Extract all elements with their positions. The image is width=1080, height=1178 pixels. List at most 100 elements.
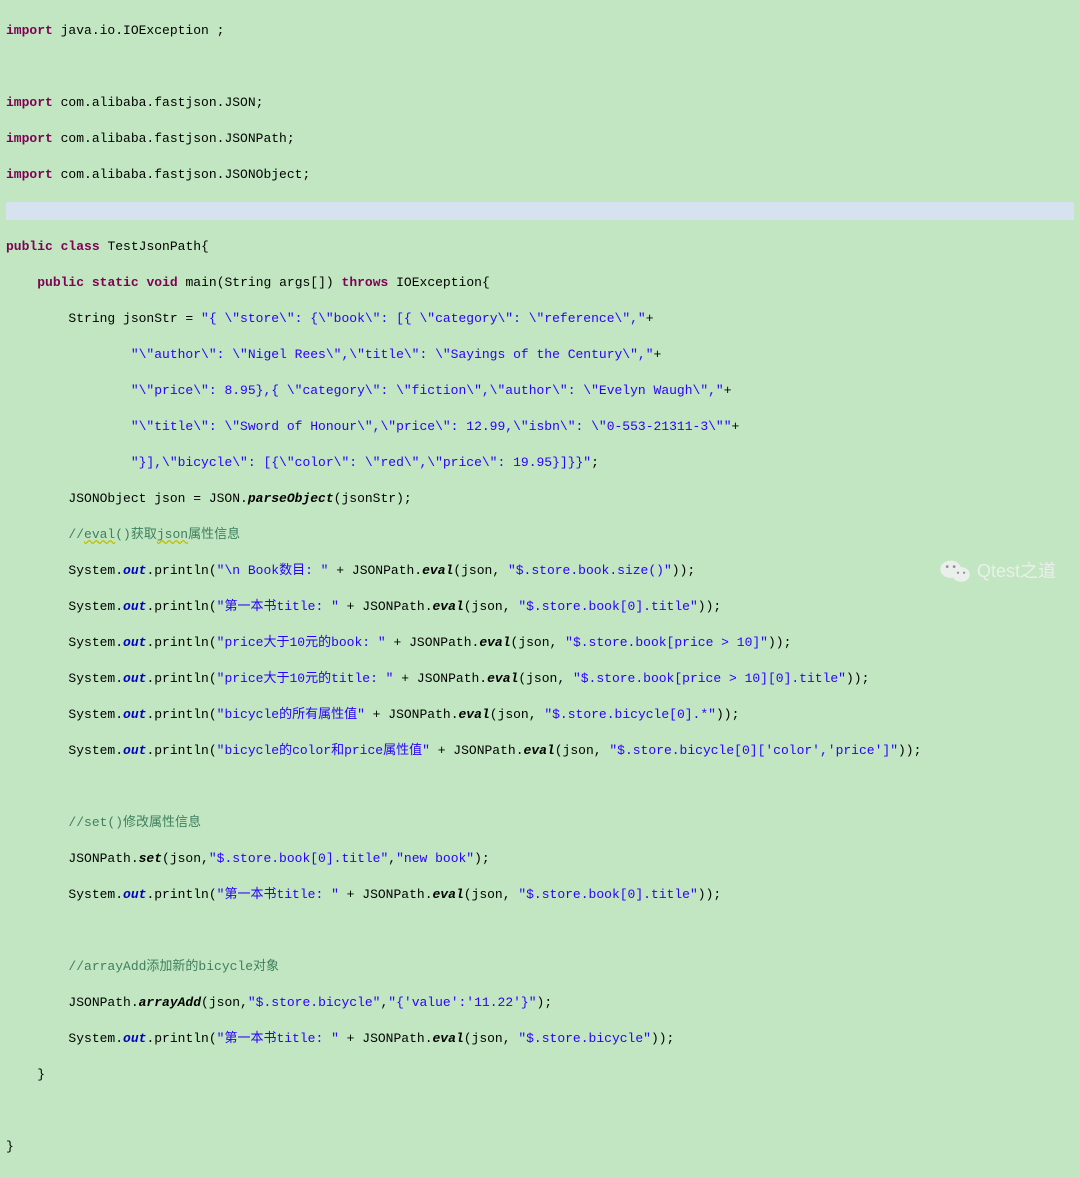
code-text: System.	[6, 635, 123, 650]
code-text: System.	[6, 563, 123, 578]
code-text: (json,	[464, 599, 519, 614]
wechat-icon	[939, 558, 971, 584]
string-literal: "$.store.book[0].title"	[518, 887, 697, 902]
code-text: (json,	[555, 743, 610, 758]
code-text: (json,	[518, 671, 573, 686]
code-text: TestJsonPath{	[100, 239, 209, 254]
string-literal: "第一本书title: "	[217, 1031, 339, 1046]
code-text: (json,	[490, 707, 545, 722]
code-text: + JSONPath.	[393, 671, 487, 686]
string-literal: "new book"	[396, 851, 474, 866]
field-out: out	[123, 563, 146, 578]
code-text: ));	[698, 887, 721, 902]
comment: ()获取	[115, 527, 157, 542]
comment: 属性信息	[188, 527, 240, 542]
code-text: ,	[388, 851, 396, 866]
code-text: String jsonStr =	[6, 311, 201, 326]
keyword-import: import	[6, 131, 53, 146]
keyword-void: void	[146, 275, 177, 290]
method-call: eval	[433, 887, 464, 902]
method-call: parseObject	[248, 491, 334, 506]
keyword-import: import	[6, 23, 53, 38]
highlighted-line	[6, 202, 1074, 220]
string-literal: "bicycle的color和price属性值"	[217, 743, 430, 758]
comment: json	[157, 527, 188, 542]
string-literal: "price大于10元的book: "	[217, 635, 386, 650]
code-text: ,	[380, 995, 388, 1010]
string-literal: "$.store.book[price > 10][0].title"	[573, 671, 846, 686]
code-text: ));	[651, 1031, 674, 1046]
string-literal: "第一本书title: "	[217, 599, 339, 614]
string-literal: "\n Book数目: "	[217, 563, 329, 578]
code-text: + JSONPath.	[365, 707, 459, 722]
field-out: out	[123, 743, 146, 758]
comment: //set()修改属性信息	[68, 815, 201, 830]
code-text: ));	[672, 563, 695, 578]
code-text: }	[6, 1139, 14, 1154]
code-text: +	[654, 347, 662, 362]
code-text: ));	[768, 635, 791, 650]
code-text: .println(	[146, 563, 216, 578]
field-out: out	[123, 671, 146, 686]
watermark-text: Qtest之道	[977, 562, 1056, 580]
string-literal: "$.store.book[0].title"	[518, 599, 697, 614]
string-literal: "bicycle的所有属性值"	[217, 707, 365, 722]
code-text: JSONPath.	[6, 995, 139, 1010]
string-literal: "$.store.bicycle"	[518, 1031, 651, 1046]
string-literal: "}],\"bicycle\": [{\"color\": \"red\",\"…	[131, 455, 591, 470]
code-text: (json,	[453, 563, 508, 578]
code-text: java.io.IOException ;	[53, 23, 225, 38]
method-call: arrayAdd	[139, 995, 201, 1010]
code-text: com.alibaba.fastjson.JSONObject;	[53, 167, 310, 182]
code-text: (json,	[162, 851, 209, 866]
code-text: IOException{	[388, 275, 489, 290]
comment: eval	[84, 527, 115, 542]
string-literal: "{'value':'11.22'}"	[388, 995, 536, 1010]
code-text: com.alibaba.fastjson.JSONPath;	[53, 131, 295, 146]
method-call: eval	[459, 707, 490, 722]
code-text: .println(	[146, 599, 216, 614]
code-text: + JSONPath.	[386, 635, 480, 650]
code-text: .println(	[146, 743, 216, 758]
code-text: (json,	[464, 887, 519, 902]
code-text: .println(	[146, 887, 216, 902]
code-text: ));	[846, 671, 869, 686]
comment: //arrayAdd添加新的bicycle对象	[68, 959, 279, 974]
code-text: (jsonStr);	[334, 491, 412, 506]
keyword-class: class	[61, 239, 100, 254]
comment: //	[68, 527, 84, 542]
code-text: System.	[6, 1031, 123, 1046]
code-text: (json,	[511, 635, 566, 650]
code-text: ));	[698, 599, 721, 614]
string-literal: "$.store.book[price > 10]"	[565, 635, 768, 650]
string-literal: "\"title\": \"Sword of Honour\",\"price\…	[131, 419, 732, 434]
code-text: }	[6, 1067, 45, 1082]
keyword-static: static	[92, 275, 139, 290]
field-out: out	[123, 887, 146, 902]
string-literal: "$.store.book.size()"	[508, 563, 672, 578]
code-text: + JSONPath.	[339, 887, 433, 902]
watermark: Qtest之道	[939, 558, 1056, 584]
string-literal: "$.store.bicycle[0]['color','price']"	[609, 743, 898, 758]
code-text: ));	[716, 707, 739, 722]
code-text: System.	[6, 599, 123, 614]
code-text: JSONObject json = JSON.	[6, 491, 248, 506]
string-literal: "\"author\": \"Nigel Rees\",\"title\": \…	[131, 347, 654, 362]
code-text: System.	[6, 707, 123, 722]
method-call: eval	[433, 1031, 464, 1046]
code-text: +	[646, 311, 654, 326]
code-text: .println(	[146, 707, 216, 722]
string-literal: "第一本书title: "	[217, 887, 339, 902]
code-text: com.alibaba.fastjson.JSON;	[53, 95, 264, 110]
string-literal: "$.store.book[0].title"	[209, 851, 388, 866]
code-text: .println(	[146, 671, 216, 686]
code-text: JSONPath.	[6, 851, 139, 866]
code-text: + JSONPath.	[430, 743, 524, 758]
method-call: eval	[487, 671, 518, 686]
keyword-public: public	[37, 275, 84, 290]
code-text: );	[537, 995, 553, 1010]
field-out: out	[123, 635, 146, 650]
field-out: out	[123, 1031, 146, 1046]
code-text: .println(	[146, 1031, 216, 1046]
keyword-import: import	[6, 95, 53, 110]
